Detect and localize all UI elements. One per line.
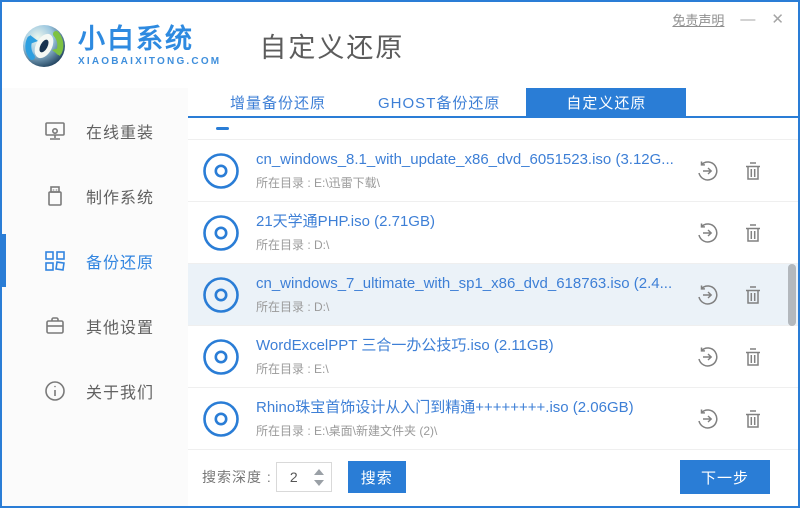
iso-title: 21天学通PHP.iso (2.71GB): [256, 212, 435, 230]
sidebar-item-online-reinstall[interactable]: 在线重装: [2, 98, 188, 163]
row-actions: [696, 160, 764, 182]
tab-bar: 增量备份还原 GHOST备份还原 自定义还原: [188, 88, 798, 118]
iso-title: cn_windows_7_ultimate_with_sp1_x86_dvd_6…: [256, 274, 673, 292]
page-title: 自定义还原: [259, 32, 405, 63]
trash-icon[interactable]: [742, 346, 764, 368]
trash-icon[interactable]: [742, 160, 764, 182]
partial-list-row: [188, 118, 798, 140]
restore-icon[interactable]: [696, 222, 718, 244]
row-actions: [696, 346, 764, 368]
disc-icon: [203, 214, 239, 251]
trash-icon[interactable]: [742, 222, 764, 244]
row-text: cn_windows_8.1_with_update_x86_dvd_60515…: [256, 151, 684, 191]
iso-title: Rhino珠宝首饰设计从入门到精通++++++++.iso (2.06GB): [256, 398, 634, 416]
row-text: Rhino珠宝首饰设计从入门到精通++++++++.iso (2.06GB) 所…: [256, 399, 684, 439]
disc-icon: [203, 152, 239, 189]
usb-drive-icon: [44, 185, 66, 207]
iso-path: 所在目录 : D:\: [256, 299, 330, 314]
briefcase-icon: [44, 315, 66, 337]
sidebar-item-make-system[interactable]: 制作系统: [2, 163, 188, 228]
trash-icon[interactable]: [742, 408, 764, 430]
sidebar-item-label: 其他设置: [86, 319, 155, 337]
minimize-icon[interactable]: —: [740, 12, 755, 27]
iso-path: 所在目录 : E:\迅雷下载\: [256, 175, 381, 190]
iso-path: 所在目录 : E:\桌面\新建文件夹 (2)\: [256, 423, 438, 438]
brand-logo-icon: [23, 25, 65, 67]
search-depth-stepper[interactable]: 2: [275, 462, 332, 492]
row-actions: [696, 408, 764, 430]
search-depth-label: 搜索深度 :: [202, 469, 272, 485]
row-text: 21天学通PHP.iso (2.71GB) 所在目录 : D:\: [256, 213, 684, 253]
tab-incremental-backup[interactable]: 增量备份还原: [204, 88, 352, 116]
sidebar-item-label: 在线重装: [86, 124, 155, 142]
brand-name: 小白系统: [78, 23, 194, 54]
main-panel: 增量备份还原 GHOST备份还原 自定义还原 cn_windows_8.1_wi…: [188, 88, 798, 506]
sidebar-item-label: 制作系统: [86, 189, 155, 207]
row-actions: [696, 222, 764, 244]
table-row[interactable]: WordExcelPPT 三合一办公技巧.iso (2.11GB) 所在目录 :…: [188, 326, 798, 388]
sidebar: 在线重装 制作系统 备份还原 其他设置 关于我们: [2, 88, 188, 506]
trash-icon[interactable]: [742, 284, 764, 306]
close-icon[interactable]: ✕: [771, 12, 784, 27]
restore-icon[interactable]: [696, 346, 718, 368]
brand-domain: XIAOBAIXITONG.COM: [78, 55, 222, 67]
sidebar-item-other-settings[interactable]: 其他设置: [2, 293, 188, 358]
search-button[interactable]: 搜索: [347, 461, 406, 493]
disc-icon: [203, 276, 239, 313]
stepper-down-icon[interactable]: [313, 479, 324, 486]
disc-icon: [203, 400, 239, 437]
sidebar-item-backup-restore[interactable]: 备份还原: [2, 228, 188, 293]
sidebar-item-label: 备份还原: [86, 254, 155, 272]
iso-list: cn_windows_8.1_with_update_x86_dvd_60515…: [188, 118, 798, 454]
sidebar-item-about-us[interactable]: 关于我们: [2, 358, 188, 423]
search-depth-value: 2: [289, 469, 298, 485]
next-step-button[interactable]: 下一步: [680, 460, 770, 494]
app-window: 免责声明 — ✕ 小白系统 XIAOBAIXITONG.COM 自定义还原 在线…: [0, 0, 800, 508]
iso-path: 所在目录 : D:\: [256, 237, 330, 252]
table-row[interactable]: cn_windows_8.1_with_update_x86_dvd_60515…: [188, 140, 798, 202]
iso-path: 所在目录 : E:\: [256, 361, 329, 376]
list-scrollbar[interactable]: [788, 118, 796, 454]
row-actions: [696, 284, 764, 306]
tab-ghost-backup[interactable]: GHOST备份还原: [352, 88, 526, 116]
disc-icon: [203, 338, 239, 375]
tab-custom-restore[interactable]: 自定义还原: [526, 88, 687, 116]
backup-grid-icon: [44, 250, 66, 272]
iso-title: cn_windows_8.1_with_update_x86_dvd_60515…: [256, 150, 674, 168]
restore-icon[interactable]: [696, 160, 718, 182]
table-row[interactable]: 21天学通PHP.iso (2.71GB) 所在目录 : D:\: [188, 202, 798, 264]
restore-icon[interactable]: [696, 284, 718, 306]
iso-title: WordExcelPPT 三合一办公技巧.iso (2.11GB): [256, 336, 554, 354]
row-text: WordExcelPPT 三合一办公技巧.iso (2.11GB) 所在目录 :…: [256, 337, 684, 377]
partial-disc-sliver: [216, 127, 229, 130]
info-icon: [44, 380, 66, 402]
footer-bar: 搜索深度 : 2 搜索 下一步: [188, 454, 798, 506]
restore-icon[interactable]: [696, 408, 718, 430]
scrollbar-thumb[interactable]: [788, 264, 796, 326]
stepper-arrows: [311, 468, 331, 486]
row-text: cn_windows_7_ultimate_with_sp1_x86_dvd_6…: [256, 275, 684, 315]
stepper-up-icon[interactable]: [313, 468, 324, 475]
monitor-icon: [44, 120, 66, 142]
table-row-selected[interactable]: cn_windows_7_ultimate_with_sp1_x86_dvd_6…: [188, 264, 798, 326]
body: 在线重装 制作系统 备份还原 其他设置 关于我们 增量备份还原 GHOST备份还…: [2, 88, 798, 506]
disclaimer-link[interactable]: 免责声明: [672, 10, 724, 29]
window-controls: 免责声明 — ✕: [672, 10, 784, 29]
brand: 小白系统 XIAOBAIXITONG.COM: [78, 24, 221, 67]
table-row[interactable]: Rhino珠宝首饰设计从入门到精通++++++++.iso (2.06GB) 所…: [188, 388, 798, 450]
sidebar-item-label: 关于我们: [86, 384, 155, 402]
